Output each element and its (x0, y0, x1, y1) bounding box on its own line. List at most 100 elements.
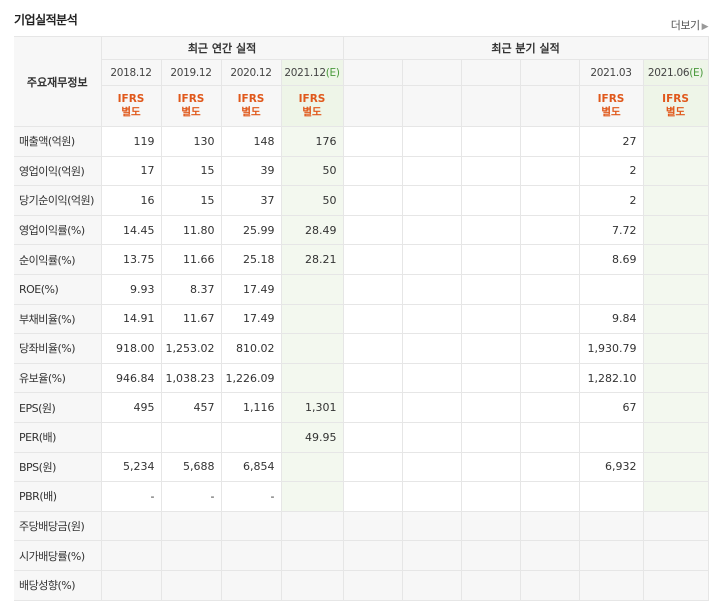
annual-value-cell (280, 362, 344, 394)
quarter-value-cell (519, 273, 580, 305)
quarter-value-cell (519, 421, 580, 453)
year-label: 2020.12 (230, 66, 272, 79)
quarter-value-cell: 1,930.79 (578, 333, 644, 364)
quarter-value-cell (401, 540, 462, 571)
quarter-value-cell (460, 421, 521, 453)
quarter-year-header: 2021.03 (578, 59, 644, 86)
table-row: 당좌비율(%) 918.00 1,253.02 810.02 1,930.79 (14, 333, 709, 364)
quarter-value-cell (401, 451, 462, 483)
quarter-value-cell (342, 510, 403, 542)
quarter-value-cell (642, 333, 709, 364)
quarter-value-cell (401, 510, 462, 542)
annual-value-cell: 11.80 (160, 214, 222, 246)
annual-value-cell: 5,234 (100, 451, 162, 483)
ifrs-label: IFRS (298, 93, 326, 105)
row-label: BPS(원) (14, 451, 102, 483)
quarter-value-cell (519, 362, 580, 394)
annual-value-cell: 918.00 (100, 333, 162, 364)
quarter-value-cell (342, 421, 403, 453)
quarter-value-cell (460, 510, 521, 542)
annual-value-cell (220, 540, 282, 571)
quarter-value-cell (401, 155, 462, 187)
quarter-value-cell (401, 421, 462, 453)
estimate-mark: (E) (689, 66, 704, 79)
annual-value-cell: 9.93 (100, 273, 162, 305)
table-row: 당기순이익(억원) 16 15 37 50 2 (14, 185, 709, 216)
quarter-value-cell (519, 244, 580, 275)
annual-value-cell: 50 (280, 185, 344, 216)
quarter-value-cell (342, 392, 403, 423)
annual-value-cell (280, 273, 344, 305)
quarter-value-cell: 67 (578, 392, 644, 423)
annual-value-cell: 28.21 (280, 244, 344, 275)
annual-value-cell (160, 540, 222, 571)
quarter-value-cell (642, 155, 709, 187)
quarter-value-cell (460, 155, 521, 187)
annual-value-cell: 495 (100, 392, 162, 423)
quarter-value-cell (642, 185, 709, 216)
quarter-group-header: 최근 분기 실적 (342, 36, 709, 60)
row-label: PBR(배) (14, 481, 102, 512)
quarter-value-cell (460, 214, 521, 246)
empty-header-cell (519, 85, 580, 127)
row-label: 영업이익률(%) (14, 214, 102, 246)
annual-value-cell (100, 510, 162, 542)
quarter-value-cell (642, 392, 709, 423)
row-label: EPS(원) (14, 392, 102, 423)
year-label: 2018.12 (110, 66, 152, 79)
more-label: 더보기 (670, 19, 700, 32)
table-row: PBR(배) - - - (14, 481, 709, 512)
quarter-value-cell (578, 510, 644, 542)
empty-header-cell (342, 85, 403, 127)
section-title: 기업실적분석 (14, 13, 78, 27)
quarter-value-cell (642, 510, 709, 542)
annual-value-cell: 11.66 (160, 244, 222, 275)
quarter-value-cell (342, 540, 403, 571)
table-row: 매출액(억원) 119 130 148 176 27 (14, 126, 709, 157)
annual-value-cell: 457 (160, 392, 222, 423)
more-link[interactable]: 더보기 ▶ (670, 17, 709, 33)
quarter-value-cell (401, 126, 462, 157)
accounting-standard: IFRS 별도 (160, 85, 222, 127)
annual-value-cell: 25.99 (220, 214, 282, 246)
empty-header-cell (460, 85, 521, 127)
quarter-value-cell (342, 333, 403, 364)
quarter-value-cell (401, 362, 462, 394)
row-label: 영업이익(억원) (14, 155, 102, 187)
row-label: 유보율(%) (14, 362, 102, 394)
quarter-value-cell (342, 126, 403, 157)
year-label: 2021.06 (647, 66, 690, 79)
quarter-value-cell: 7.72 (578, 214, 644, 246)
quarter-value-cell (578, 569, 644, 601)
quarter-value-cell (460, 244, 521, 275)
quarter-year-header (519, 59, 580, 86)
quarter-value-cell (642, 540, 709, 571)
quarter-value-cell (519, 540, 580, 571)
annual-value-cell (280, 569, 344, 601)
annual-value-cell: 28.49 (280, 214, 344, 246)
quarter-value-cell (401, 481, 462, 512)
quarter-value-cell (519, 333, 580, 364)
annual-value-cell (160, 510, 222, 542)
quarter-value-cell (519, 303, 580, 335)
quarter-value-cell (460, 273, 521, 305)
table-row: 영업이익(억원) 17 15 39 50 2 (14, 155, 709, 187)
quarter-value-cell (460, 333, 521, 364)
quarter-value-cell (519, 392, 580, 423)
annual-year-header: 2018.12 (100, 59, 162, 86)
annual-value-cell: 13.75 (100, 244, 162, 275)
quarter-year-header: 2021.06(E) (642, 59, 709, 86)
annual-value-cell: 1,116 (220, 392, 282, 423)
financial-table: 주요재무정보 최근 연간 실적 최근 분기 실적 2018.12 2019.12 2020… (14, 36, 709, 601)
quarter-value-cell (342, 451, 403, 483)
ifrs-label: IFRS (117, 93, 145, 105)
row-label: PER(배) (14, 421, 102, 453)
quarter-value-cell (578, 273, 644, 305)
separate-label: 별도 (181, 106, 201, 118)
annual-value-cell (220, 569, 282, 601)
table-row: PER(배) 49.95 (14, 421, 709, 453)
quarter-value-cell (642, 451, 709, 483)
annual-value-cell: 37 (220, 185, 282, 216)
annual-value-cell: 1,301 (280, 392, 344, 423)
annual-value-cell (280, 303, 344, 335)
